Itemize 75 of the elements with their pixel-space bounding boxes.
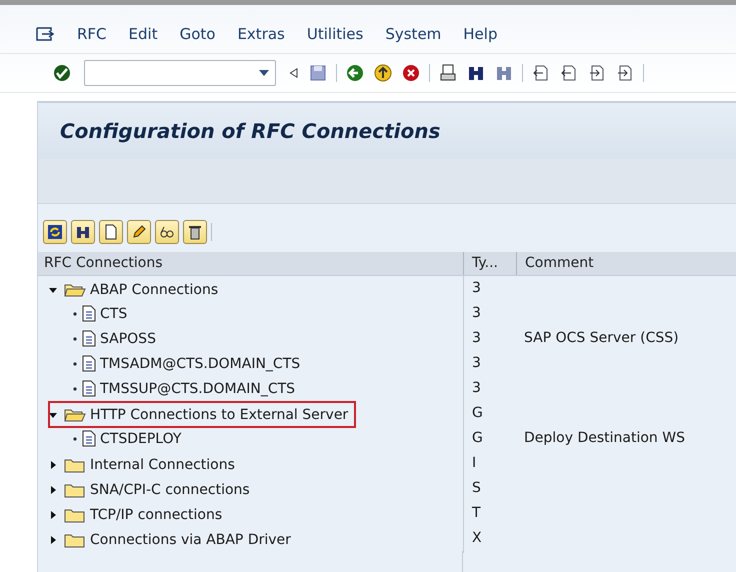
tree-node-label[interactable]: CTS: [100, 306, 128, 322]
document-icon: [82, 355, 96, 372]
tree-node-label[interactable]: Connections via ABAP Driver: [90, 532, 291, 548]
trash-icon: [187, 224, 203, 240]
column-header[interactable]: Comment: [516, 252, 736, 275]
menu-item[interactable]: System: [385, 25, 442, 43]
expand-arrow-icon[interactable]: [48, 460, 58, 470]
column-header[interactable]: Ty...: [463, 252, 516, 275]
open-folder-icon: [64, 406, 86, 422]
document-icon: [82, 430, 96, 447]
pencil-icon: [131, 224, 147, 240]
menu-item[interactable]: Help: [463, 25, 498, 43]
refresh-button[interactable]: [43, 220, 67, 244]
menu-item[interactable]: Edit: [128, 25, 158, 43]
bullet-icon: [72, 386, 78, 392]
type-cell: I: [463, 451, 516, 478]
type-cell: G: [463, 426, 516, 451]
tree-node-label[interactable]: TMSSUP@CTS.DOMAIN_CTS: [100, 380, 296, 396]
menu-item[interactable]: Goto: [180, 25, 216, 43]
save-icon[interactable]: [308, 63, 328, 83]
tree-node-label[interactable]: ABAP Connections: [90, 282, 218, 298]
folder-icon: [64, 482, 86, 498]
cancel-icon[interactable]: [401, 63, 421, 83]
bullet-icon: [72, 310, 78, 316]
bullet-icon: [72, 336, 78, 342]
find-button[interactable]: [71, 220, 95, 244]
tree-node-label[interactable]: TCP/IP connections: [90, 506, 222, 522]
type-cell: 3: [463, 276, 516, 303]
delete-button[interactable]: [183, 220, 207, 244]
document-icon: [82, 330, 96, 347]
tree-node-label[interactable]: SAPOSS: [100, 330, 156, 346]
command-field[interactable]: [84, 60, 276, 86]
exit-icon[interactable]: [373, 63, 393, 83]
type-cell: 3: [463, 326, 516, 351]
display-button[interactable]: [155, 220, 179, 244]
document-icon: [82, 380, 96, 397]
document-icon: [82, 305, 96, 322]
menu-icon[interactable]: [35, 26, 55, 42]
column-header[interactable]: RFC Connections: [38, 252, 463, 275]
tree-node-label[interactable]: TMSADM@CTS.DOMAIN_CTS: [100, 356, 300, 372]
bullet-icon: [72, 436, 78, 442]
type-cell: G: [463, 401, 516, 428]
enter-check-icon[interactable]: [52, 63, 72, 83]
type-cell: 3: [463, 351, 516, 376]
tree-node-label[interactable]: Internal Connections: [90, 456, 235, 472]
dropdown-caret-icon[interactable]: [259, 70, 269, 76]
type-cell: 3: [463, 376, 516, 401]
expand-arrow-icon[interactable]: [48, 510, 58, 520]
comment-cell-text: SAP OCS Server (CSS): [523, 329, 680, 348]
expand-arrow-icon[interactable]: [48, 484, 58, 494]
edit-button[interactable]: [127, 220, 151, 244]
glasses-icon: [159, 224, 175, 240]
refresh-icon: [47, 224, 63, 240]
tree-node-label[interactable]: HTTP Connections to External Server: [90, 406, 348, 422]
menu-item[interactable]: RFC: [77, 25, 107, 43]
type-cell: T: [463, 501, 516, 528]
folder-icon: [64, 506, 86, 522]
type-cell: 3: [463, 301, 516, 326]
blank-page-icon: [103, 224, 119, 240]
type-cell: S: [463, 476, 516, 503]
create-button[interactable]: [99, 220, 123, 244]
expand-arrow-icon[interactable]: [48, 534, 58, 544]
tree-node-label[interactable]: CTSDEPLOY: [100, 430, 182, 446]
folder-icon: [64, 532, 86, 548]
back-icon[interactable]: [345, 63, 365, 83]
menu-item[interactable]: Utilities: [306, 25, 364, 43]
type-cell: X: [463, 526, 516, 553]
screen-title: Configuration of RFC Connections: [38, 101, 736, 159]
folder-icon: [64, 456, 86, 472]
tree-node-label[interactable]: SNA/CPI-C connections: [90, 482, 250, 498]
comment-cell-text: Deploy Destination WS: [523, 429, 686, 448]
menu-item[interactable]: Extras: [237, 25, 285, 43]
open-folder-icon: [64, 282, 86, 298]
bullet-icon: [72, 360, 78, 366]
print-icon[interactable]: [438, 63, 458, 83]
